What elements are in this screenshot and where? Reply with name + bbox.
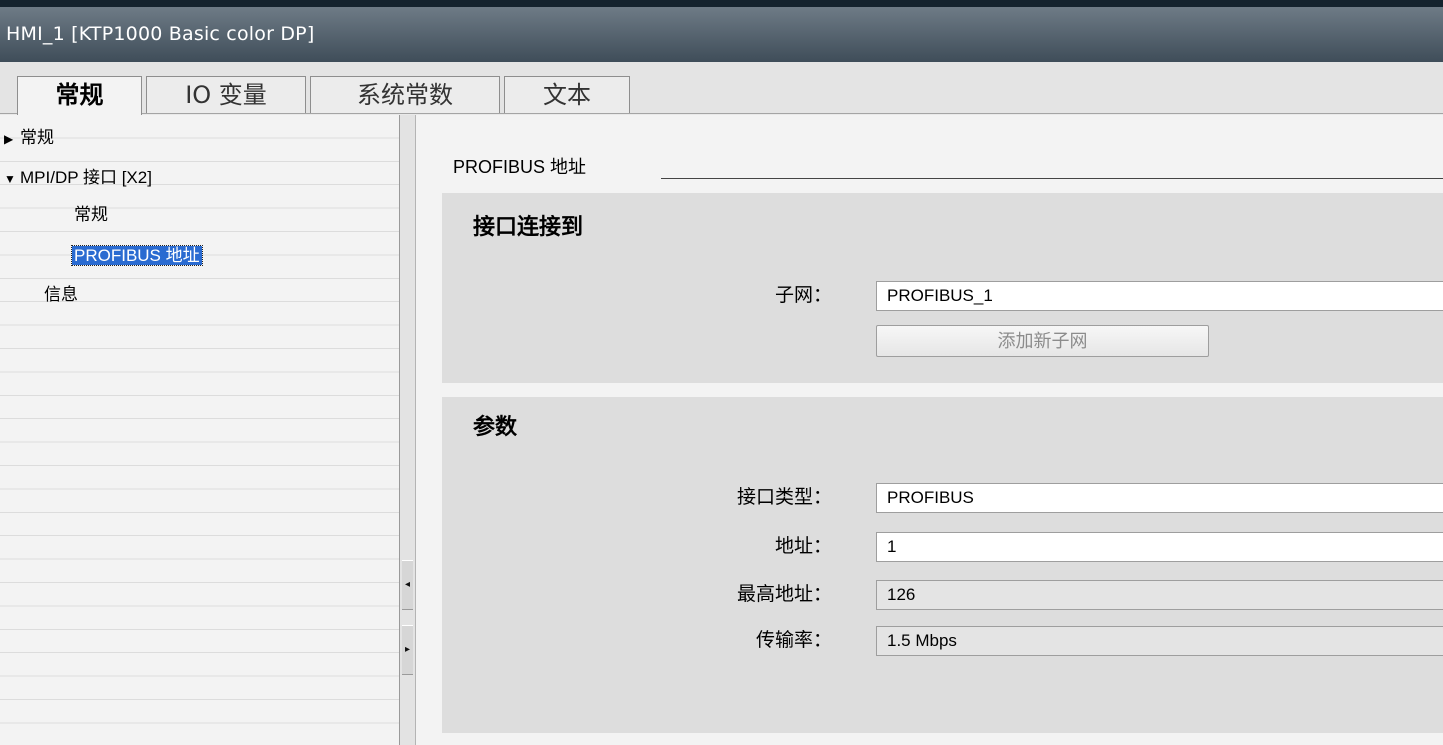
expand-arrow-icon[interactable]: ▶ <box>4 128 20 150</box>
collapse-arrow-icon[interactable]: ▼ <box>4 168 20 190</box>
tab-system-constants[interactable]: 系统常数 <box>310 76 500 114</box>
highest-address-label: 最高地址： <box>736 584 832 605</box>
tree-item-mpi-dp-interface[interactable]: ▼ MPI/DP 接口 [X2] <box>4 167 152 189</box>
subnet-field[interactable]: PROFIBUS_1 <box>876 281 1443 311</box>
tree-item-profibus-address[interactable]: PROFIBUS 地址 <box>71 245 203 267</box>
section-divider <box>661 178 1443 179</box>
section-title: PROFIBUS 地址 <box>453 157 587 177</box>
tree-item-interface-general[interactable]: 常规 <box>74 204 108 226</box>
expand-right-icon[interactable]: ▸ <box>402 625 413 675</box>
add-subnet-button[interactable]: 添加新子网 <box>876 325 1209 357</box>
subnet-label: 子网： <box>774 285 832 306</box>
group-title-interface-connection: 接口连接到 <box>473 215 584 240</box>
tab-io-tags[interactable]: IO 变量 <box>146 76 306 114</box>
pane-splitter[interactable]: ◂ ▸ <box>399 115 416 745</box>
tree-item-general[interactable]: ▶ 常规 <box>4 127 54 149</box>
highest-address-field[interactable]: 126 <box>876 580 1443 610</box>
tree-item-information[interactable]: 信息 <box>44 284 78 306</box>
interface-connection-group: 接口连接到 子网： PROFIBUS_1 添加新子网 <box>442 193 1443 383</box>
baud-rate-field[interactable]: 1.5 Mbps <box>876 626 1443 656</box>
interface-type-field[interactable]: PROFIBUS <box>876 483 1443 513</box>
baud-rate-label: 传输率： <box>755 630 832 651</box>
window-title: HMI_1 [KTP1000 Basic color DP] <box>6 23 315 45</box>
tab-general[interactable]: 常规 <box>17 76 142 115</box>
properties-content: PROFIBUS 地址 接口连接到 子网： PROFIBUS_1 添加新子网 参… <box>416 115 1443 745</box>
address-field[interactable]: 1 <box>876 532 1443 562</box>
group-title-parameters: 参数 <box>473 415 518 440</box>
window-title-bar: HMI_1 [KTP1000 Basic color DP] <box>0 0 1443 62</box>
tab-bar: 常规 IO 变量 系统常数 文本 <box>0 62 1443 115</box>
tab-texts[interactable]: 文本 <box>504 76 630 114</box>
address-label: 地址： <box>774 536 832 557</box>
parameters-group: 参数 接口类型： PROFIBUS 地址： 1 最高地址： 126 传输率： 1… <box>442 397 1443 733</box>
collapse-left-icon[interactable]: ◂ <box>402 560 413 610</box>
interface-type-label: 接口类型： <box>736 487 832 508</box>
navigation-tree: ▶ 常规 ▼ MPI/DP 接口 [X2] 常规 PROFIBUS 地址 信息 <box>0 115 399 745</box>
